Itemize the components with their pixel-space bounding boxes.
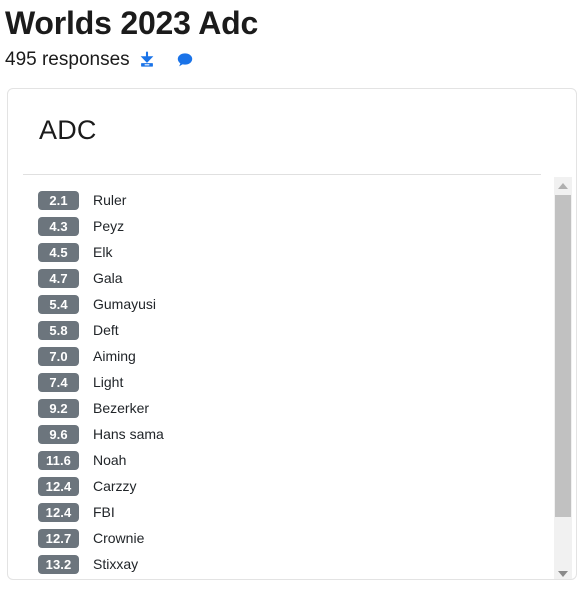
page-header: Worlds 2023 Adc 495 responses — [0, 0, 585, 72]
rank-score-badge: 4.5 — [38, 242, 79, 262]
ranking-row: 13.2 Stixxay — [8, 551, 550, 577]
rank-score-badge: 4.7 — [38, 268, 79, 288]
rank-player-name: Gumayusi — [93, 296, 157, 312]
page-title: Worlds 2023 Adc — [5, 5, 259, 41]
rank-score-badge: 9.6 — [38, 424, 79, 444]
ranking-row: 4.3 Peyz — [8, 213, 550, 239]
rank-player-name: Carzzy — [93, 478, 137, 494]
ranking-row: 12.7 Crownie — [8, 525, 550, 551]
rank-score-badge: 2.1 — [38, 190, 79, 210]
vertical-scrollbar[interactable] — [554, 177, 572, 579]
rank-score-badge: 11.6 — [38, 450, 79, 470]
rank-player-name: Peyz — [93, 218, 125, 234]
scrollbar-track[interactable] — [554, 195, 572, 565]
ranking-row: 7.0 Aiming — [8, 343, 550, 369]
rank-player-name: Stixxay — [93, 556, 139, 572]
ranking-row: 9.2 Bezerker — [8, 395, 550, 421]
ranking-row: 5.4 Gumayusi — [8, 291, 550, 317]
comment-icon[interactable] — [174, 49, 196, 71]
rank-score-badge: 7.4 — [38, 372, 79, 392]
rank-player-name: Deft — [93, 322, 119, 338]
rank-score-badge: 4.3 — [38, 216, 79, 236]
download-icon[interactable] — [136, 49, 158, 71]
rank-score-badge: 5.8 — [38, 320, 79, 340]
ranking-row: 7.4 Light — [8, 369, 550, 395]
ranking-row: 4.5 Elk — [8, 239, 550, 265]
rank-score-badge: 12.7 — [38, 528, 79, 548]
scroll-down-button[interactable] — [554, 565, 572, 579]
scroll-up-button[interactable] — [554, 177, 572, 195]
ranking-row: 5.8 Deft — [8, 317, 550, 343]
chevron-up-icon — [558, 183, 568, 189]
ranking-card: ADC 2.1 Ruler 4.3 Peyz 4.5 Elk 4.7 Gala 5.4 Gumay… — [7, 88, 577, 580]
rank-player-name: FBI — [93, 504, 115, 520]
ranking-row: 12.4 Carzzy — [8, 473, 550, 499]
ranking-list: 2.1 Ruler 4.3 Peyz 4.5 Elk 4.7 Gala 5.4 Gumayusi 5… — [8, 175, 550, 579]
rank-player-name: Gala — [93, 270, 123, 286]
rank-score-badge: 7.0 — [38, 346, 79, 366]
ranking-row: 2.1 Ruler — [8, 187, 550, 213]
scrollbar-thumb[interactable] — [555, 195, 571, 517]
rank-player-name: Hans sama — [93, 426, 164, 442]
rank-player-name: Bezerker — [93, 400, 150, 416]
rank-score-badge: 12.4 — [38, 476, 79, 496]
chevron-down-icon — [558, 571, 568, 577]
rank-player-name: Light — [93, 374, 124, 390]
rank-score-badge: 5.4 — [38, 294, 79, 314]
ranking-row: 9.6 Hans sama — [8, 421, 550, 447]
rank-player-name: Crownie — [93, 530, 145, 546]
rank-score-badge: 12.4 — [38, 502, 79, 522]
ranking-row: 11.6 Noah — [8, 447, 550, 473]
response-count: 495 responses — [5, 49, 130, 70]
rank-score-badge: 9.2 — [38, 398, 79, 418]
response-meta-row: 495 responses — [5, 48, 585, 72]
card-title: ADC — [39, 115, 97, 145]
ranking-list-wrap: 2.1 Ruler 4.3 Peyz 4.5 Elk 4.7 Gala 5.4 Gumayusi 5… — [8, 175, 576, 579]
rank-score-badge: 13.2 — [38, 554, 79, 574]
ranking-row: 4.7 Gala — [8, 265, 550, 291]
rank-player-name: Aiming — [93, 348, 136, 364]
ranking-row: 12.4 FBI — [8, 499, 550, 525]
rank-player-name: Elk — [93, 244, 113, 260]
rank-player-name: Noah — [93, 452, 127, 468]
rank-player-name: Ruler — [93, 192, 127, 208]
